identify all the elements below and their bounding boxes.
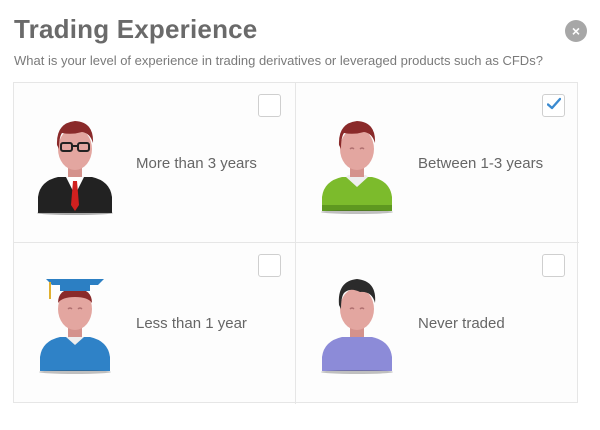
option-label: Less than 1 year bbox=[136, 315, 247, 332]
close-button[interactable]: × bbox=[565, 20, 587, 42]
close-icon: × bbox=[571, 23, 581, 39]
option-checkbox[interactable] bbox=[258, 94, 281, 117]
checkmark-icon bbox=[547, 97, 561, 110]
option-checkbox[interactable] bbox=[542, 94, 565, 117]
businessman-avatar-icon bbox=[32, 105, 118, 215]
option-more-than-3-years[interactable]: More than 3 years bbox=[14, 83, 296, 243]
option-never-traded[interactable]: Never traded bbox=[296, 243, 579, 404]
option-between-1-3-years[interactable]: Between 1-3 years bbox=[296, 83, 579, 243]
trading-experience-dialog: Trading Experience What is your level of… bbox=[0, 0, 600, 430]
graduate-avatar-icon bbox=[32, 265, 118, 375]
option-checkbox[interactable] bbox=[258, 254, 281, 277]
option-label: More than 3 years bbox=[136, 155, 257, 172]
dialog-title: Trading Experience bbox=[14, 14, 258, 44]
option-checkbox[interactable] bbox=[542, 254, 565, 277]
option-less-than-1-year[interactable]: Less than 1 year bbox=[14, 243, 296, 404]
options-grid: More than 3 years Between 1-3 years Less… bbox=[13, 82, 579, 404]
beginner-avatar-icon bbox=[314, 265, 400, 375]
option-label: Never traded bbox=[418, 315, 505, 332]
option-label: Between 1-3 years bbox=[418, 155, 544, 172]
dialog-subtitle: What is your level of experience in trad… bbox=[14, 53, 543, 68]
casual-man-avatar-icon bbox=[314, 105, 400, 215]
